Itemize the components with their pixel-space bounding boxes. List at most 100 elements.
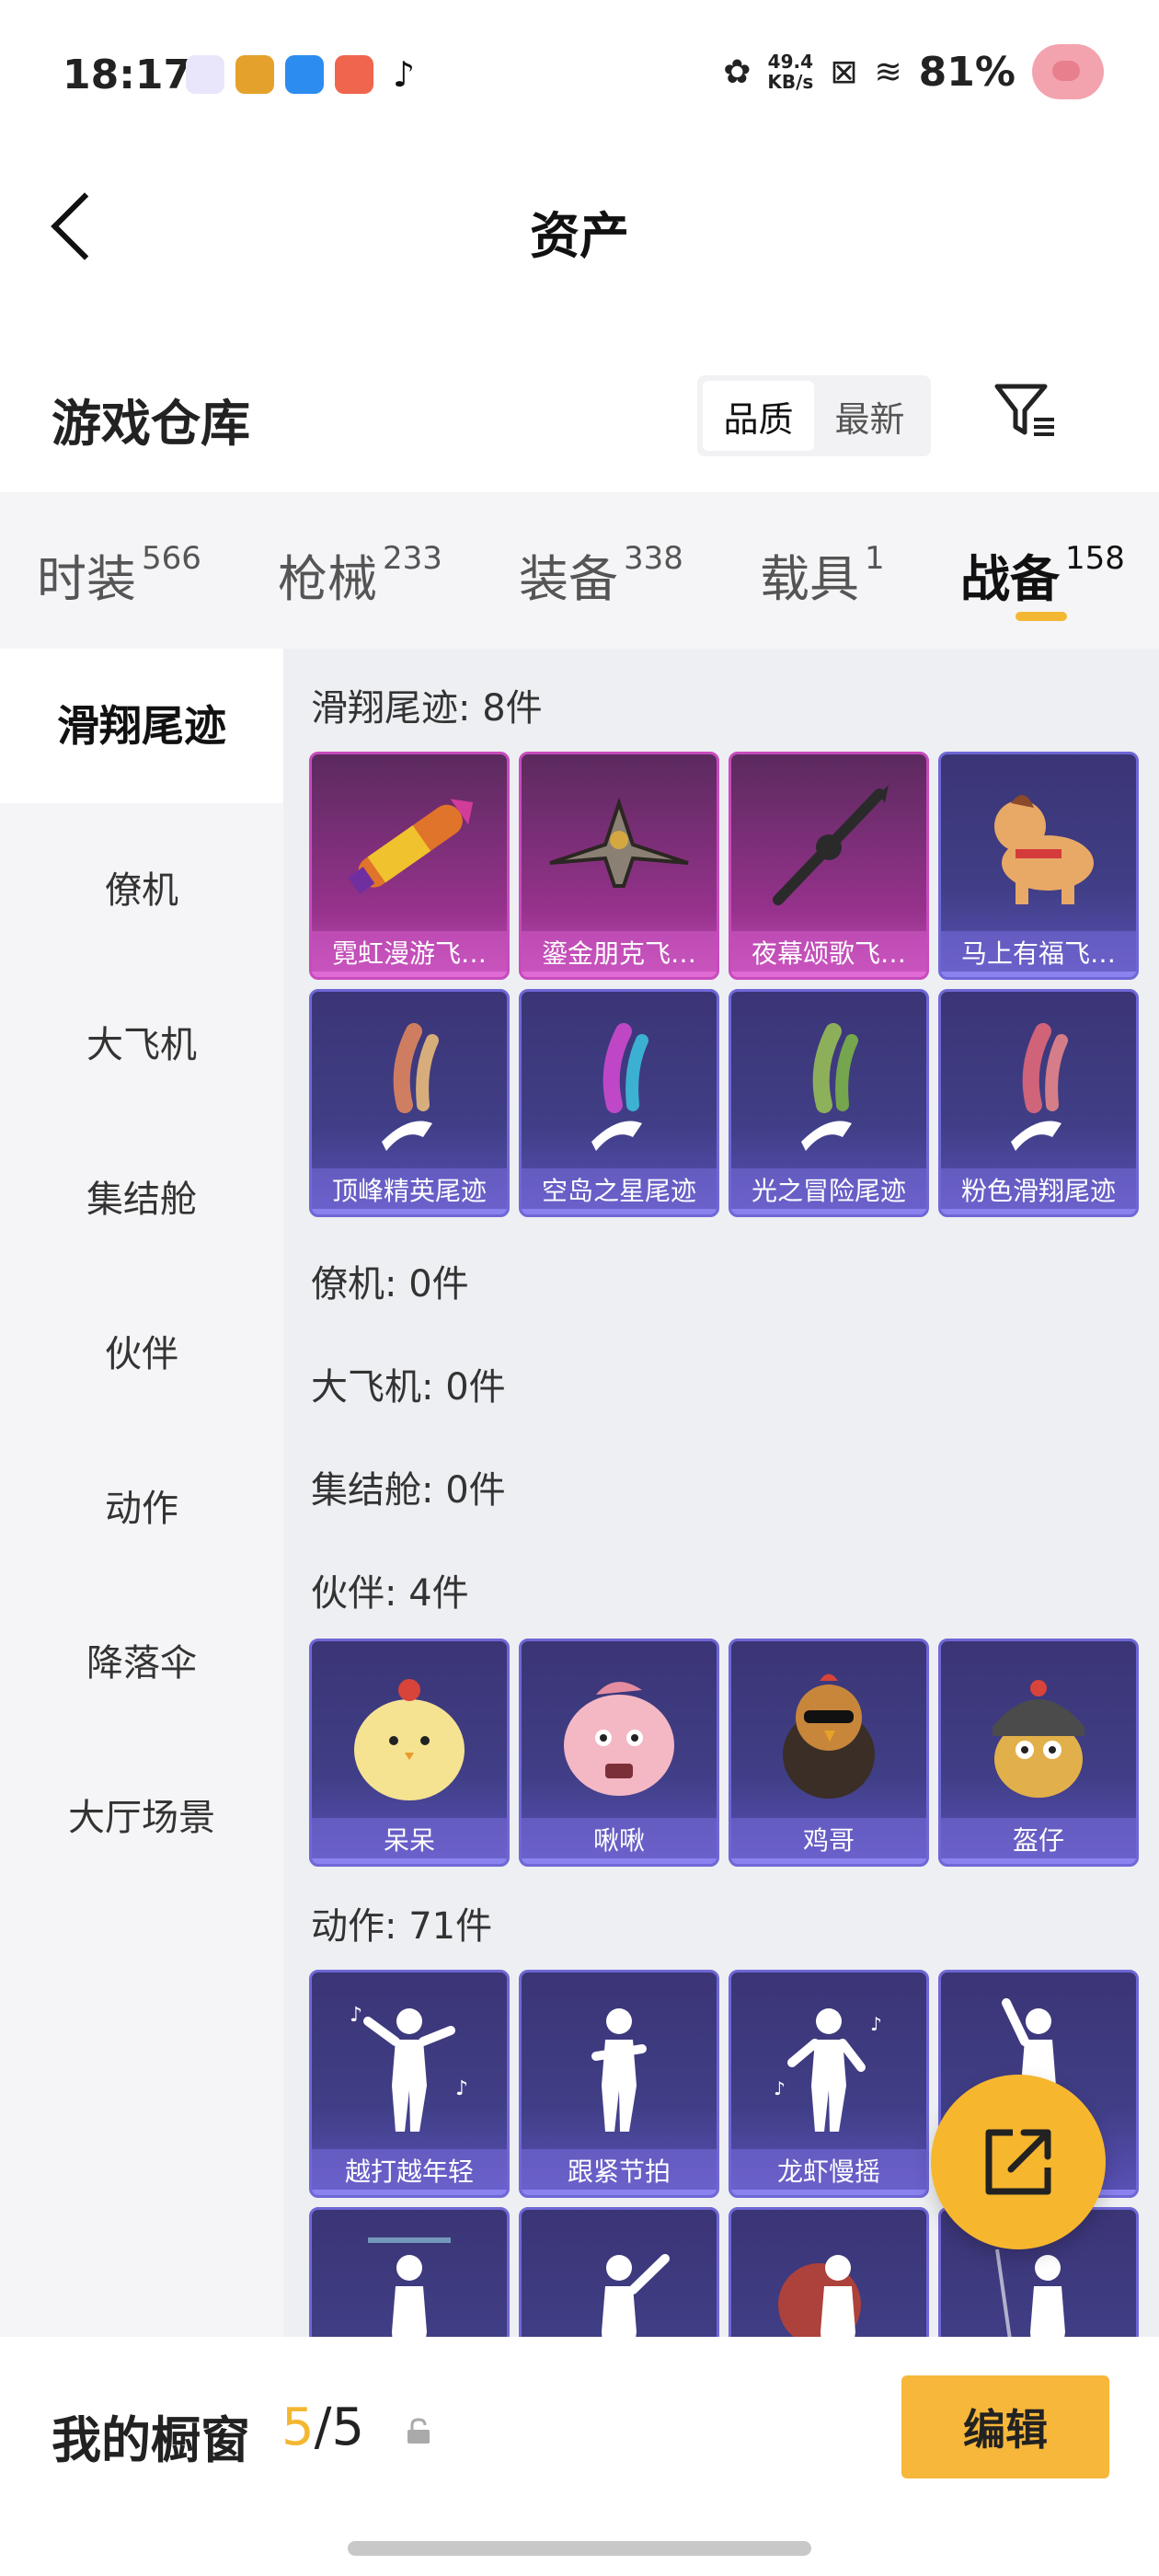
browser-app-icon: [285, 55, 324, 94]
status-right: ✿ 49.4 KB/s ⊠ ≋ 81%: [723, 44, 1104, 99]
tab-label: 时装: [37, 550, 136, 608]
filter-icon[interactable]: [993, 381, 1058, 440]
item-card[interactable]: 粉色滑翔尾迹: [938, 989, 1139, 1217]
svg-text:♪: ♪: [455, 2077, 468, 2100]
item-name: 马上有福飞…: [941, 931, 1136, 977]
item-card[interactable]: 顶峰精英尾迹: [309, 989, 510, 1217]
item-name: 空岛之星尾迹: [522, 1168, 717, 1214]
tab-combat-prep[interactable]: 战备 158: [960, 538, 1125, 611]
tab-count: 1: [865, 540, 885, 577]
sim-off-icon: ⊠: [830, 52, 858, 91]
card-accent: [731, 972, 926, 977]
item-card[interactable]: 夜幕颂歌飞…: [729, 752, 929, 980]
tab-vehicles[interactable]: 载具 1: [760, 538, 885, 611]
sort-quality[interactable]: 品质: [703, 381, 814, 451]
nav-glide-trail[interactable]: 滑翔尾迹: [0, 649, 283, 803]
green-trail-icon: [731, 992, 926, 1172]
item-name: 龙虾慢摇: [731, 2149, 926, 2195]
page-header: 资产: [0, 147, 1159, 304]
tab-fashion[interactable]: 时装 566: [37, 538, 201, 611]
card-accent: [312, 972, 507, 977]
tab-label: 载具: [760, 550, 859, 608]
card-accent: [941, 1858, 1136, 1864]
item-card[interactable]: [519, 2207, 719, 2337]
showcase-title: 我的橱窗: [52, 2411, 250, 2469]
item-card[interactable]: 鎏金朋克飞…: [519, 752, 719, 980]
share-fab-button[interactable]: [931, 2075, 1106, 2249]
home-indicator[interactable]: [348, 2541, 811, 2556]
section-title-pod: 集结舱: 0件: [311, 1469, 506, 1512]
item-name: 鸡哥: [731, 1818, 926, 1864]
network-speed: 49.4 KB/s: [767, 52, 813, 92]
tab-equipment[interactable]: 装备 338: [519, 538, 683, 611]
dance-pose-icon: ♪ ♪: [731, 1972, 926, 2153]
tab-label: 战备: [960, 550, 1060, 608]
item-card[interactable]: 盔仔: [938, 1639, 1139, 1867]
item-name: 跟紧节拍: [522, 2149, 717, 2195]
item-card[interactable]: ♪ ♪ 龙虾慢摇: [729, 1970, 929, 2198]
dance-pose-icon: [522, 2210, 717, 2337]
warehouse-title: 游戏仓库: [52, 395, 250, 453]
showcase-bar: 我的橱窗 5/5 编辑: [0, 2337, 1159, 2576]
dance-pose-icon: ♪ ♪: [312, 1972, 507, 2153]
dance-pose-icon: [312, 2210, 507, 2337]
item-name: 光之冒险尾迹: [731, 1168, 926, 1214]
svg-text:♪: ♪: [350, 2004, 362, 2027]
item-name: 呆呆: [312, 1818, 507, 1864]
item-name: 啾啾: [522, 1818, 717, 1864]
rocket-plane-icon: [312, 754, 507, 935]
nav-lobby-scene[interactable]: 大厅场景: [0, 1788, 283, 1841]
item-name: 越打越年轻: [312, 2149, 507, 2195]
card-accent: [522, 972, 717, 977]
item-card[interactable]: 跟紧节拍: [519, 1970, 719, 2198]
svg-text:♪: ♪: [870, 2013, 882, 2035]
card-accent: [312, 1858, 507, 1864]
hourglass-app-icon: [186, 55, 224, 94]
chick-icon: [312, 1641, 507, 1822]
card-accent: [522, 1209, 717, 1214]
item-card[interactable]: 光之冒险尾迹: [729, 989, 929, 1217]
nav-big-plane[interactable]: 大飞机: [0, 1015, 283, 1068]
rooster-icon: [731, 1641, 926, 1822]
nav-parachute[interactable]: 降落伞: [0, 1633, 283, 1686]
section-title-bigplane: 大飞机: 0件: [311, 1366, 506, 1409]
speed-unit: KB/s: [767, 71, 814, 93]
card-accent: [312, 2190, 507, 2195]
tab-label: 装备: [519, 550, 618, 608]
lock-icon: [407, 2418, 430, 2444]
smoke-trail-icon: [312, 992, 507, 1172]
warehouse-row: 游戏仓库 品质 最新: [0, 359, 1159, 478]
nav-partner[interactable]: 伙伴: [0, 1324, 283, 1377]
nav-wingman[interactable]: 僚机: [0, 860, 283, 914]
item-card[interactable]: [729, 2207, 929, 2337]
edit-button[interactable]: 编辑: [901, 2375, 1109, 2478]
nav-action[interactable]: 动作: [0, 1478, 283, 1532]
sort-toggle: 品质 最新: [697, 375, 931, 456]
tab-count: 158: [1065, 540, 1125, 577]
item-card[interactable]: 鸡哥: [729, 1639, 929, 1867]
item-card[interactable]: 呆呆: [309, 1639, 510, 1867]
tab-guns[interactable]: 枪械 233: [278, 538, 442, 611]
staff-icon: [731, 754, 926, 935]
tiktok-app-icon: ♪: [384, 55, 423, 94]
item-card[interactable]: ♪ ♪ 越打越年轻: [309, 1970, 510, 2198]
game-app-icon: [235, 55, 274, 94]
battery-level: 81%: [918, 48, 1016, 96]
item-card[interactable]: 啾啾: [519, 1639, 719, 1867]
item-card[interactable]: 霓虹漫游飞…: [309, 752, 510, 980]
status-bar: 18:17 ♪ ✿ 49.4 KB/s ⊠ ≋ 81%: [0, 0, 1159, 147]
item-card[interactable]: [309, 2207, 510, 2337]
nav-assembly-pod[interactable]: 集结舱: [0, 1169, 283, 1223]
item-name: 鎏金朋克飞…: [522, 931, 717, 977]
kuaishou-app-icon: [335, 55, 373, 94]
sort-latest[interactable]: 最新: [814, 381, 925, 451]
jet-plane-icon: [522, 754, 717, 935]
item-card[interactable]: 马上有福飞…: [938, 752, 1139, 980]
tab-count: 233: [383, 540, 442, 577]
item-card[interactable]: 空岛之星尾迹: [519, 989, 719, 1217]
showcase-used: 5: [281, 2398, 315, 2457]
tab-count: 338: [624, 540, 683, 577]
section-title-wingman: 僚机: 0件: [311, 1263, 469, 1305]
left-nav: 滑翔尾迹 僚机 大飞机 集结舱 伙伴 动作 降落伞 大厅场景: [0, 649, 283, 2337]
share-icon: [985, 2129, 1051, 2195]
